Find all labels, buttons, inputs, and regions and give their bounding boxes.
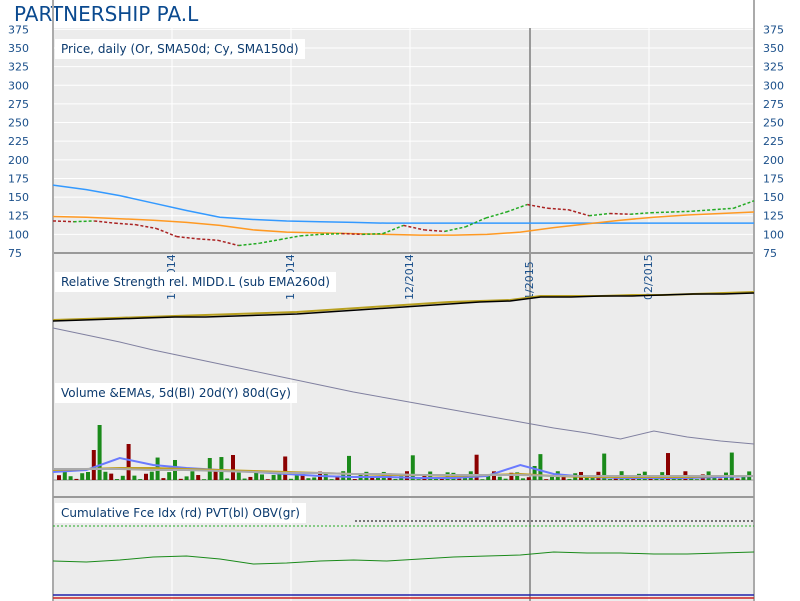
volume-bar	[91, 450, 96, 480]
volume-bar	[410, 455, 415, 480]
y-tick-label: 75	[8, 247, 22, 260]
volume-bar	[86, 472, 90, 480]
volume-bar	[503, 478, 508, 480]
volume-bar	[718, 478, 723, 480]
volume-bar	[57, 475, 61, 480]
y-tick-label: 350	[8, 42, 29, 55]
y-tick-label: 250	[8, 117, 29, 130]
volume-bar	[219, 457, 224, 480]
y-tick-label-right: 275	[763, 98, 784, 111]
volume-bar	[260, 474, 264, 480]
volume-bar	[567, 478, 572, 480]
y-tick-label: 375	[8, 23, 29, 36]
y-tick-label-right: 225	[763, 135, 784, 148]
volume-bar	[103, 471, 108, 480]
y-tick-label: 100	[8, 228, 29, 241]
volume-bar	[115, 479, 119, 480]
volume-bar	[149, 471, 154, 480]
y-tick-label: 225	[8, 135, 29, 148]
volume-bar	[120, 475, 125, 480]
y-tick-label-right: 350	[763, 42, 784, 55]
volume-bar	[341, 471, 346, 480]
volume-bar	[283, 456, 288, 480]
volume-bar	[144, 473, 148, 480]
y-tick-label-right: 300	[763, 79, 784, 92]
x-tick-label: 1/2015	[523, 261, 536, 300]
volume-bar	[62, 471, 67, 480]
price-panel-label: Price, daily (Or, SMA50d; Cy, SMA150d)	[55, 39, 305, 59]
volume-bar	[138, 479, 143, 480]
y-tick-label-right: 375	[763, 23, 784, 36]
volume-bar	[178, 478, 183, 480]
volume-bar	[741, 476, 746, 480]
volume-bar	[416, 479, 421, 480]
volume-bar	[695, 479, 699, 480]
volume-bar	[248, 476, 253, 480]
volume-bar	[132, 475, 137, 480]
volume-bar	[97, 425, 102, 480]
y-tick-label-right: 325	[763, 61, 784, 74]
volume-bar	[329, 479, 334, 480]
y-tick-label: 200	[8, 154, 29, 167]
x-tick-label: 02/2015	[642, 254, 655, 300]
y-tick-label: 125	[8, 210, 29, 223]
y-tick-label-right: 150	[763, 191, 784, 204]
volume-bar	[236, 472, 241, 480]
volume-bar	[631, 479, 636, 480]
volume-bar	[231, 455, 235, 480]
volume-bar	[306, 478, 311, 480]
volume-bar	[190, 471, 195, 480]
volume-panel-label: Volume &EMAs, 5d(Bl) 20d(Y) 80d(Gy)	[55, 383, 297, 403]
volume-bar	[202, 479, 206, 480]
volume-bar	[608, 479, 612, 480]
y-tick-label: 275	[8, 98, 29, 111]
volume-bar	[457, 478, 462, 480]
y-tick-label: 300	[8, 79, 29, 92]
volume-bar	[735, 478, 740, 480]
cfi-panel-label: Cumulative Fce Idx (rd) PVT(bl) OBV(gr)	[55, 503, 306, 523]
y-tick-label-right: 200	[763, 154, 784, 167]
volume-bar	[370, 477, 375, 480]
volume-bar	[167, 472, 172, 480]
volume-bar	[352, 479, 357, 480]
volume-bar	[271, 474, 276, 480]
x-tick-label: 12/2014	[403, 254, 416, 300]
volume-bar	[393, 478, 398, 480]
y-tick-label-right: 125	[763, 210, 784, 223]
volume-bar	[109, 473, 114, 480]
y-tick-label-right: 100	[763, 228, 784, 241]
volume-bar	[312, 477, 317, 480]
volume-bar	[289, 478, 293, 480]
y-tick-label-right: 250	[763, 117, 784, 130]
volume-bar	[213, 471, 218, 480]
volume-bar	[480, 479, 485, 480]
volume-bar	[497, 476, 502, 480]
y-tick-label-right: 75	[763, 247, 777, 260]
rs-panel-label: Relative Strength rel. MIDD.L (sub EMA26…	[55, 272, 336, 292]
volume-bar	[184, 476, 189, 480]
y-tick-label-right: 175	[763, 172, 784, 185]
volume-bar	[161, 478, 166, 480]
volume-bar	[126, 444, 131, 480]
volume-bar	[80, 473, 85, 480]
y-tick-label: 325	[8, 61, 29, 74]
volume-bar	[242, 478, 247, 480]
volume-bar	[544, 479, 549, 480]
volume-bar	[196, 475, 201, 480]
volume-bar	[74, 478, 79, 480]
volume-bar	[68, 476, 73, 480]
volume-bar	[584, 477, 589, 480]
volume-bar	[225, 478, 230, 480]
volume-bar	[376, 477, 380, 480]
y-tick-label: 175	[8, 172, 29, 185]
volume-bar	[265, 479, 270, 480]
y-tick-label: 150	[8, 191, 29, 204]
volume-bar	[521, 478, 525, 480]
left-margin	[0, 28, 53, 601]
volume-bar	[526, 477, 531, 480]
